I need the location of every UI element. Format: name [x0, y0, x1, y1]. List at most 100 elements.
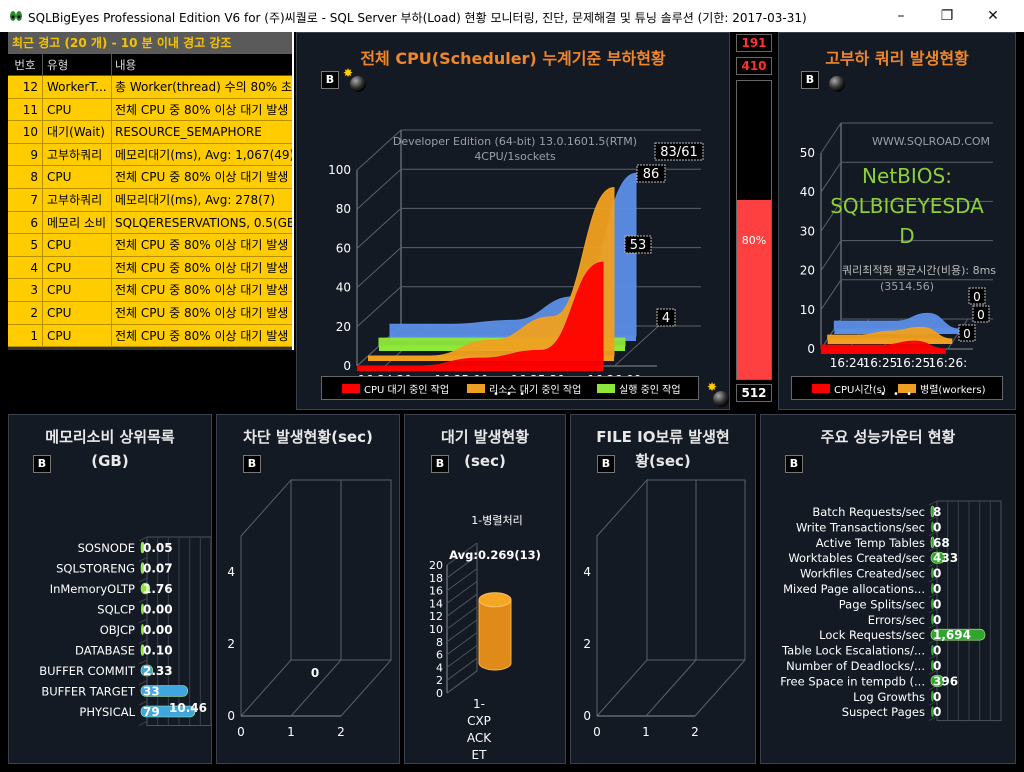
alert-no: 3 — [8, 279, 43, 301]
area-series-base-1 — [827, 339, 953, 344]
alert-row[interactable]: 10 대기(Wait) RESOURCE_SEMAPHORE — [8, 121, 292, 144]
alert-row[interactable]: 5 CPU 전체 CPU 중 80% 이상 대기 발생 — [8, 234, 292, 257]
cpu-load-panel: 전체 CPU(Scheduler) 누계기준 부하현황 B ✸ 0 20 40 60 8… — [296, 32, 730, 410]
alert-no: 4 — [8, 256, 43, 279]
cpu-annotation-4: 4 — [656, 308, 676, 327]
alert-row[interactable]: 2 CPU 전체 CPU 중 80% 이상 대기 발생 — [8, 301, 292, 325]
alert-no: 12 — [8, 76, 43, 98]
wait-gridline — [446, 606, 478, 630]
y-tick-label: 14 — [429, 597, 443, 610]
y-tick-label: 6 — [436, 649, 443, 662]
hbar-value-label: 0.00 — [143, 603, 173, 617]
wait-series-name: 1-병렬처리 — [471, 514, 522, 527]
hbar-value-label: 0 — [933, 597, 941, 611]
optimize-cost: (3514.56) — [880, 280, 934, 293]
hbar-category-label: BUFFER TARGET — [41, 685, 136, 699]
alert-type: CPU — [43, 234, 112, 256]
alert-type: 고부하쿼리 — [43, 143, 112, 166]
y-tick-label: 0 — [436, 687, 443, 700]
netbios-label: NetBIOS: — [862, 164, 952, 188]
y-tick-label: 16 — [429, 585, 443, 598]
alert-content: 전체 CPU 중 80% 이상 대기 발생 — [115, 238, 289, 253]
gauge-label: 80% — [741, 234, 767, 247]
cpu-legend: CPU 대기 중인 작업 리소스 대기 중인 작업 실행 중인 작업 • • • — [321, 376, 699, 400]
hbar-value-label: 433 — [933, 551, 958, 565]
site-url: WWW.SQLROAD.COM — [872, 135, 990, 148]
alert-row[interactable]: 9 고부하쿼리 메모리대기(ms), Avg: 1,067(49) — [8, 143, 292, 167]
legend-dots[interactable]: • • • — [322, 389, 698, 400]
minimize-button[interactable]: – — [878, 0, 924, 32]
alert-content: 전체 CPU 중 80% 이상 대기 발생 — [115, 283, 289, 298]
y-tick-label: 30 — [800, 224, 815, 238]
alert-type: CPU — [43, 166, 112, 188]
hbar-gridline — [138, 721, 148, 726]
y-tick-label: 2 — [227, 637, 235, 651]
alerts-body: 12 WorkerT... 총 Worker(thread) 수의 80% 초과 11… — [8, 76, 292, 348]
wait-x-label: 1- — [473, 697, 485, 711]
cpu-annotation-1: 83/61 — [654, 142, 704, 161]
alert-row[interactable]: 4 CPU 전체 CPU 중 80% 이상 대기 발생 — [8, 256, 292, 280]
alerts-divider — [292, 32, 294, 350]
hbar-category-label: Workfiles Created/sec — [800, 567, 925, 581]
alert-content: 전체 CPU 중 80% 이상 대기 발생 — [115, 170, 289, 185]
y-tick-label: 10 — [429, 623, 443, 636]
blocking-chart: 0 2 4 0 1 2 0 — [227, 478, 392, 739]
alert-row[interactable]: 7 고부하쿼리 메모리대기(ms), Avg: 278(7) — [8, 188, 292, 212]
y-tick-label: 100 — [328, 163, 351, 177]
wait-avg-label: Avg:0.269(13) — [449, 548, 541, 562]
cpu-area-chart: 02040608010016:24:3016:25:0016:25:3016:2… — [328, 129, 704, 387]
x-tick-label: 0 — [593, 725, 601, 739]
alert-content: 전체 CPU 중 80% 이상 대기 발생 — [115, 305, 289, 320]
alert-content: 전체 CPU 중 80% 이상 대기 발생 — [115, 328, 289, 343]
header-type[interactable]: 유형 — [43, 54, 112, 75]
hbar-value-label: 0 — [933, 520, 941, 534]
hbar-category-label: Page Splits/sec — [839, 597, 925, 611]
alert-row[interactable]: 8 CPU 전체 CPU 중 80% 이상 대기 발생 — [8, 166, 292, 189]
hbar-value-label: 0 — [933, 582, 941, 596]
alert-row[interactable]: 3 CPU 전체 CPU 중 80% 이상 대기 발생 — [8, 279, 292, 302]
hbar-category-label: Number of Deadlocks/... — [786, 659, 925, 673]
hbar-category-label: Free Space in tempdb (... — [780, 674, 925, 688]
gauge-value-top: 191 — [736, 34, 772, 52]
x-tick-label: 16:26: — [929, 356, 968, 370]
hbar-value-label: 0 — [933, 659, 941, 673]
cpu-ball-icon-2[interactable] — [713, 391, 729, 407]
alerts-title: 최근 경고 (20 개) - 10 분 이내 경고 강조 — [8, 32, 292, 54]
cpu-annotation-3: 53 — [624, 235, 652, 254]
io-title-line1: FILE IO보류 발생현 — [596, 428, 730, 446]
box-floor-edge — [340, 659, 392, 717]
alert-row[interactable]: 12 WorkerT... 총 Worker(thread) 수의 80% 초과 — [8, 76, 292, 99]
svg-text:53: 53 — [630, 238, 647, 253]
alert-content: 전체 CPU 중 80% 이상 대기 발생 — [115, 260, 289, 275]
alert-no: 11 — [8, 98, 43, 121]
memory-bar-chart: SOSNODE 0.05 SQLSTORENG 0.07 InMemoryOLTP 1.7… — [39, 536, 211, 726]
y-tick-label: 0 — [343, 359, 351, 373]
wait-gridline — [446, 670, 478, 694]
close-button[interactable]: ✕ — [970, 0, 1016, 32]
header-no[interactable]: 번호 — [8, 54, 43, 75]
hbar-value-label: 396 — [933, 674, 958, 688]
y-tick-label: 50 — [800, 146, 815, 160]
cpu-gauge: 80% — [736, 80, 772, 380]
hbar-value-label: 0 — [933, 613, 941, 627]
alert-no: 10 — [8, 121, 43, 143]
hbar-category-label: Suspect Pages — [842, 705, 925, 719]
box-chart-frame — [596, 478, 746, 717]
alert-type: 메모리 소비 — [43, 211, 112, 234]
spark-icon: ✸ — [707, 380, 718, 394]
legend-dots[interactable]: • • • — [792, 389, 1002, 400]
alert-row[interactable]: 6 메모리 소비 SQLQERESERVATIONS, 0.5(GB) — [8, 211, 292, 235]
wait-gridline — [446, 657, 478, 681]
x-tick-label: 1 — [642, 725, 650, 739]
alert-type: CPU — [43, 324, 112, 347]
title-bar[interactable]: SQLBigEyes Professional Edition V6 for (… — [0, 0, 1024, 32]
wait-gridline — [446, 593, 478, 617]
maximize-button[interactable]: ❐ — [924, 0, 970, 32]
header-content[interactable]: 내용 — [112, 54, 292, 75]
query-annotation-a: 0 — [968, 287, 986, 305]
alert-row[interactable]: 11 CPU 전체 CPU 중 80% 이상 대기 발생 — [8, 98, 292, 122]
alert-row[interactable]: 1 CPU 전체 CPU 중 80% 이상 대기 발생 — [8, 324, 292, 348]
recent-alerts-table[interactable]: 최근 경고 (20 개) - 10 분 이내 경고 강조 번호 유형 내용 12… — [8, 32, 292, 350]
alert-type: CPU — [43, 98, 112, 121]
y-tick-label: 10 — [800, 303, 815, 317]
